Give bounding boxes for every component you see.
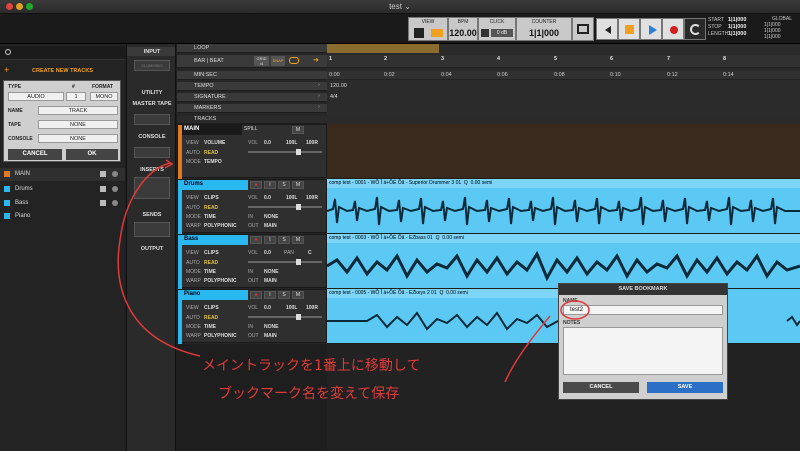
annotation-arrow: [117, 162, 201, 357]
annotation-circle: [560, 300, 590, 320]
annotation-strokes: [117, 159, 590, 383]
annotation-line: [504, 315, 551, 383]
annotation-text: メイントラックを1番上に移動して: [202, 358, 421, 374]
annotation-text: ブックマーク名を変えて保存: [218, 386, 400, 402]
